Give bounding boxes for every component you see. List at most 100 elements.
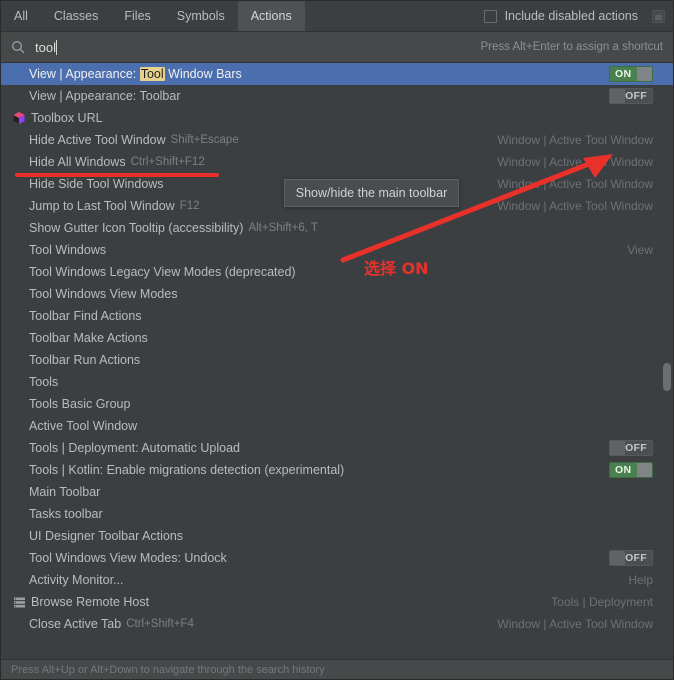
list-item-group-label: Help [628, 573, 653, 587]
tab-all[interactable]: All [1, 1, 41, 31]
list-item-label: Activity Monitor... [29, 573, 124, 587]
toolbox-icon [11, 110, 27, 126]
list-item-group-label: Window | Active Tool Window [497, 133, 653, 147]
toggle-switch-off[interactable]: OFF [609, 550, 653, 566]
list-item[interactable]: Tools | Kotlin: Enable migrations detect… [1, 459, 673, 481]
list-item-label: UI Designer Toolbar Actions [29, 529, 184, 543]
list-item-right-slot: OFF [609, 550, 655, 566]
toggle-knob [610, 441, 625, 455]
tab-bar: All Classes Files Symbols Actions Includ… [1, 1, 673, 32]
list-item-label: Tool Windows [29, 243, 107, 257]
toggle-switch-off[interactable]: OFF [609, 88, 653, 104]
list-item-label: Tools | Deployment: Automatic Upload [29, 441, 240, 455]
list-item-shortcut: Shift+Escape [170, 134, 239, 146]
text-caret [55, 39, 57, 55]
toggle-switch-off[interactable]: OFF [609, 440, 653, 456]
list-item[interactable]: Toolbar Find Actions [1, 305, 673, 327]
pin-window-icon[interactable] [652, 9, 665, 23]
list-item-shortcut: Alt+Shift+6, T [248, 222, 318, 234]
list-item[interactable]: Tools Basic Group [1, 393, 673, 415]
tab-actions[interactable]: Actions [237, 1, 305, 31]
list-item-group-label: Tools | Deployment [551, 595, 653, 609]
list-item-label: View | Appearance: Toolbar [29, 89, 181, 103]
annotation-text: 选择 ON [364, 259, 429, 278]
toggle-label: ON [615, 68, 632, 80]
tab-label: Symbols [176, 9, 225, 23]
list-item[interactable]: Tool Windows View Modes: Undock OFF [1, 547, 673, 569]
list-item-label: Close Active Tab [29, 617, 122, 631]
annotation-underline [15, 173, 219, 177]
list-item-label: Jump to Last Tool Window [29, 199, 175, 213]
tab-label: Classes [53, 9, 99, 23]
list-item-label: Browse Remote Host [31, 595, 150, 609]
list-item-label: Tasks toolbar [29, 507, 103, 521]
list-item-label-tail: Window Bars [164, 67, 242, 81]
list-item-label: Tools Basic Group [29, 397, 131, 411]
toggle-label: OFF [625, 90, 647, 102]
tab-classes[interactable]: Classes [41, 1, 111, 31]
list-item[interactable]: Tools | Deployment: Automatic Upload OFF [1, 437, 673, 459]
toggle-label: ON [615, 464, 632, 476]
list-item-label: Hide Side Tool Windows [29, 177, 164, 191]
remote-host-icon [11, 594, 27, 610]
list-item[interactable]: Activity Monitor... Help [1, 569, 673, 591]
list-item-label: Tools [29, 375, 59, 389]
list-item-label: View | Appearance: Tool Window Bars [29, 67, 242, 81]
scrollbar-thumb[interactable] [663, 363, 671, 391]
list-item-label: Tool Windows View Modes: Undock [29, 551, 227, 565]
toggle-label: OFF [625, 442, 647, 454]
list-item[interactable]: View | Appearance: Tool Window Bars ON [1, 63, 673, 85]
toggle-switch-on[interactable]: ON [609, 66, 653, 82]
list-item[interactable]: Tool Windows View Modes [1, 283, 673, 305]
tab-label: Files [124, 9, 151, 23]
list-item-label: Hide Active Tool Window [29, 133, 166, 147]
toggle-knob [610, 551, 625, 565]
search-input[interactable]: tool [35, 40, 56, 55]
list-item-label: Hide All Windows [29, 155, 126, 169]
toggle-label: OFF [625, 552, 647, 564]
list-item-label: Toolbar Find Actions [29, 309, 142, 323]
list-item[interactable]: Close Active Tab Ctrl+Shift+F4 Window | Ac… [1, 613, 673, 635]
list-item-label: Toolbox URL [31, 111, 103, 125]
include-disabled-actions-checkbox[interactable] [483, 9, 497, 23]
list-item-shortcut: Ctrl+Shift+F4 [126, 618, 194, 630]
tab-bar-right-controls: Include disabled actions [483, 1, 673, 31]
tab-label: Actions [250, 9, 292, 23]
list-item[interactable]: View | Appearance: Toolbar OFF [1, 85, 673, 107]
list-item[interactable]: Toolbox URL [1, 107, 673, 129]
tab-label: All [14, 9, 28, 23]
list-item-label: Show Gutter Icon Tooltip (accessibility) [29, 221, 244, 235]
list-item-right-slot: OFF [609, 88, 655, 104]
list-item-label: Tool Windows Legacy View Modes (deprecat… [29, 265, 296, 279]
toggle-switch-on[interactable]: ON [609, 462, 653, 478]
list-item[interactable]: Browse Remote Host Tools | Deployment [1, 591, 673, 613]
scrollbar-track[interactable] [662, 63, 672, 659]
toggle-knob [637, 67, 652, 81]
match-highlight: Tool [139, 67, 165, 81]
list-item[interactable]: Active Tool Window [1, 415, 673, 437]
tab-symbols[interactable]: Symbols [164, 1, 238, 31]
list-item-label: Toolbar Make Actions [29, 331, 148, 345]
results-list[interactable]: Show/hide the main toolbar 选择 ON View | … [1, 63, 673, 659]
annotation-arrow [340, 154, 613, 263]
status-bar: Press Alt+Up or Alt+Down to navigate thr… [1, 659, 673, 679]
list-item-right-slot: ON [609, 66, 655, 82]
toggle-knob [610, 89, 625, 103]
list-item[interactable]: UI Designer Toolbar Actions [1, 525, 673, 547]
search-bar[interactable]: tool Press Alt+Enter to assign a shortcu… [1, 32, 673, 63]
list-item-shortcut: Ctrl+Shift+F12 [130, 156, 205, 168]
list-item[interactable]: Main Toolbar [1, 481, 673, 503]
list-item-label: Active Tool Window [29, 419, 138, 433]
list-item[interactable]: Toolbar Run Actions [1, 349, 673, 371]
list-item-group-label: Window | Active Tool Window [497, 617, 653, 631]
list-item-label: Tool Windows View Modes [29, 287, 178, 301]
list-item-group-label: View [627, 243, 653, 257]
list-item[interactable]: Toolbar Make Actions [1, 327, 673, 349]
list-item[interactable]: Tasks toolbar [1, 503, 673, 525]
list-item-right-slot: OFF [609, 440, 655, 456]
tab-files[interactable]: Files [111, 1, 163, 31]
search-icon [11, 40, 25, 54]
search-everywhere-dialog: All Classes Files Symbols Actions Includ… [0, 0, 674, 680]
list-item[interactable]: Tools [1, 371, 673, 393]
status-bar-text: Press Alt+Up or Alt+Down to navigate thr… [11, 663, 325, 676]
